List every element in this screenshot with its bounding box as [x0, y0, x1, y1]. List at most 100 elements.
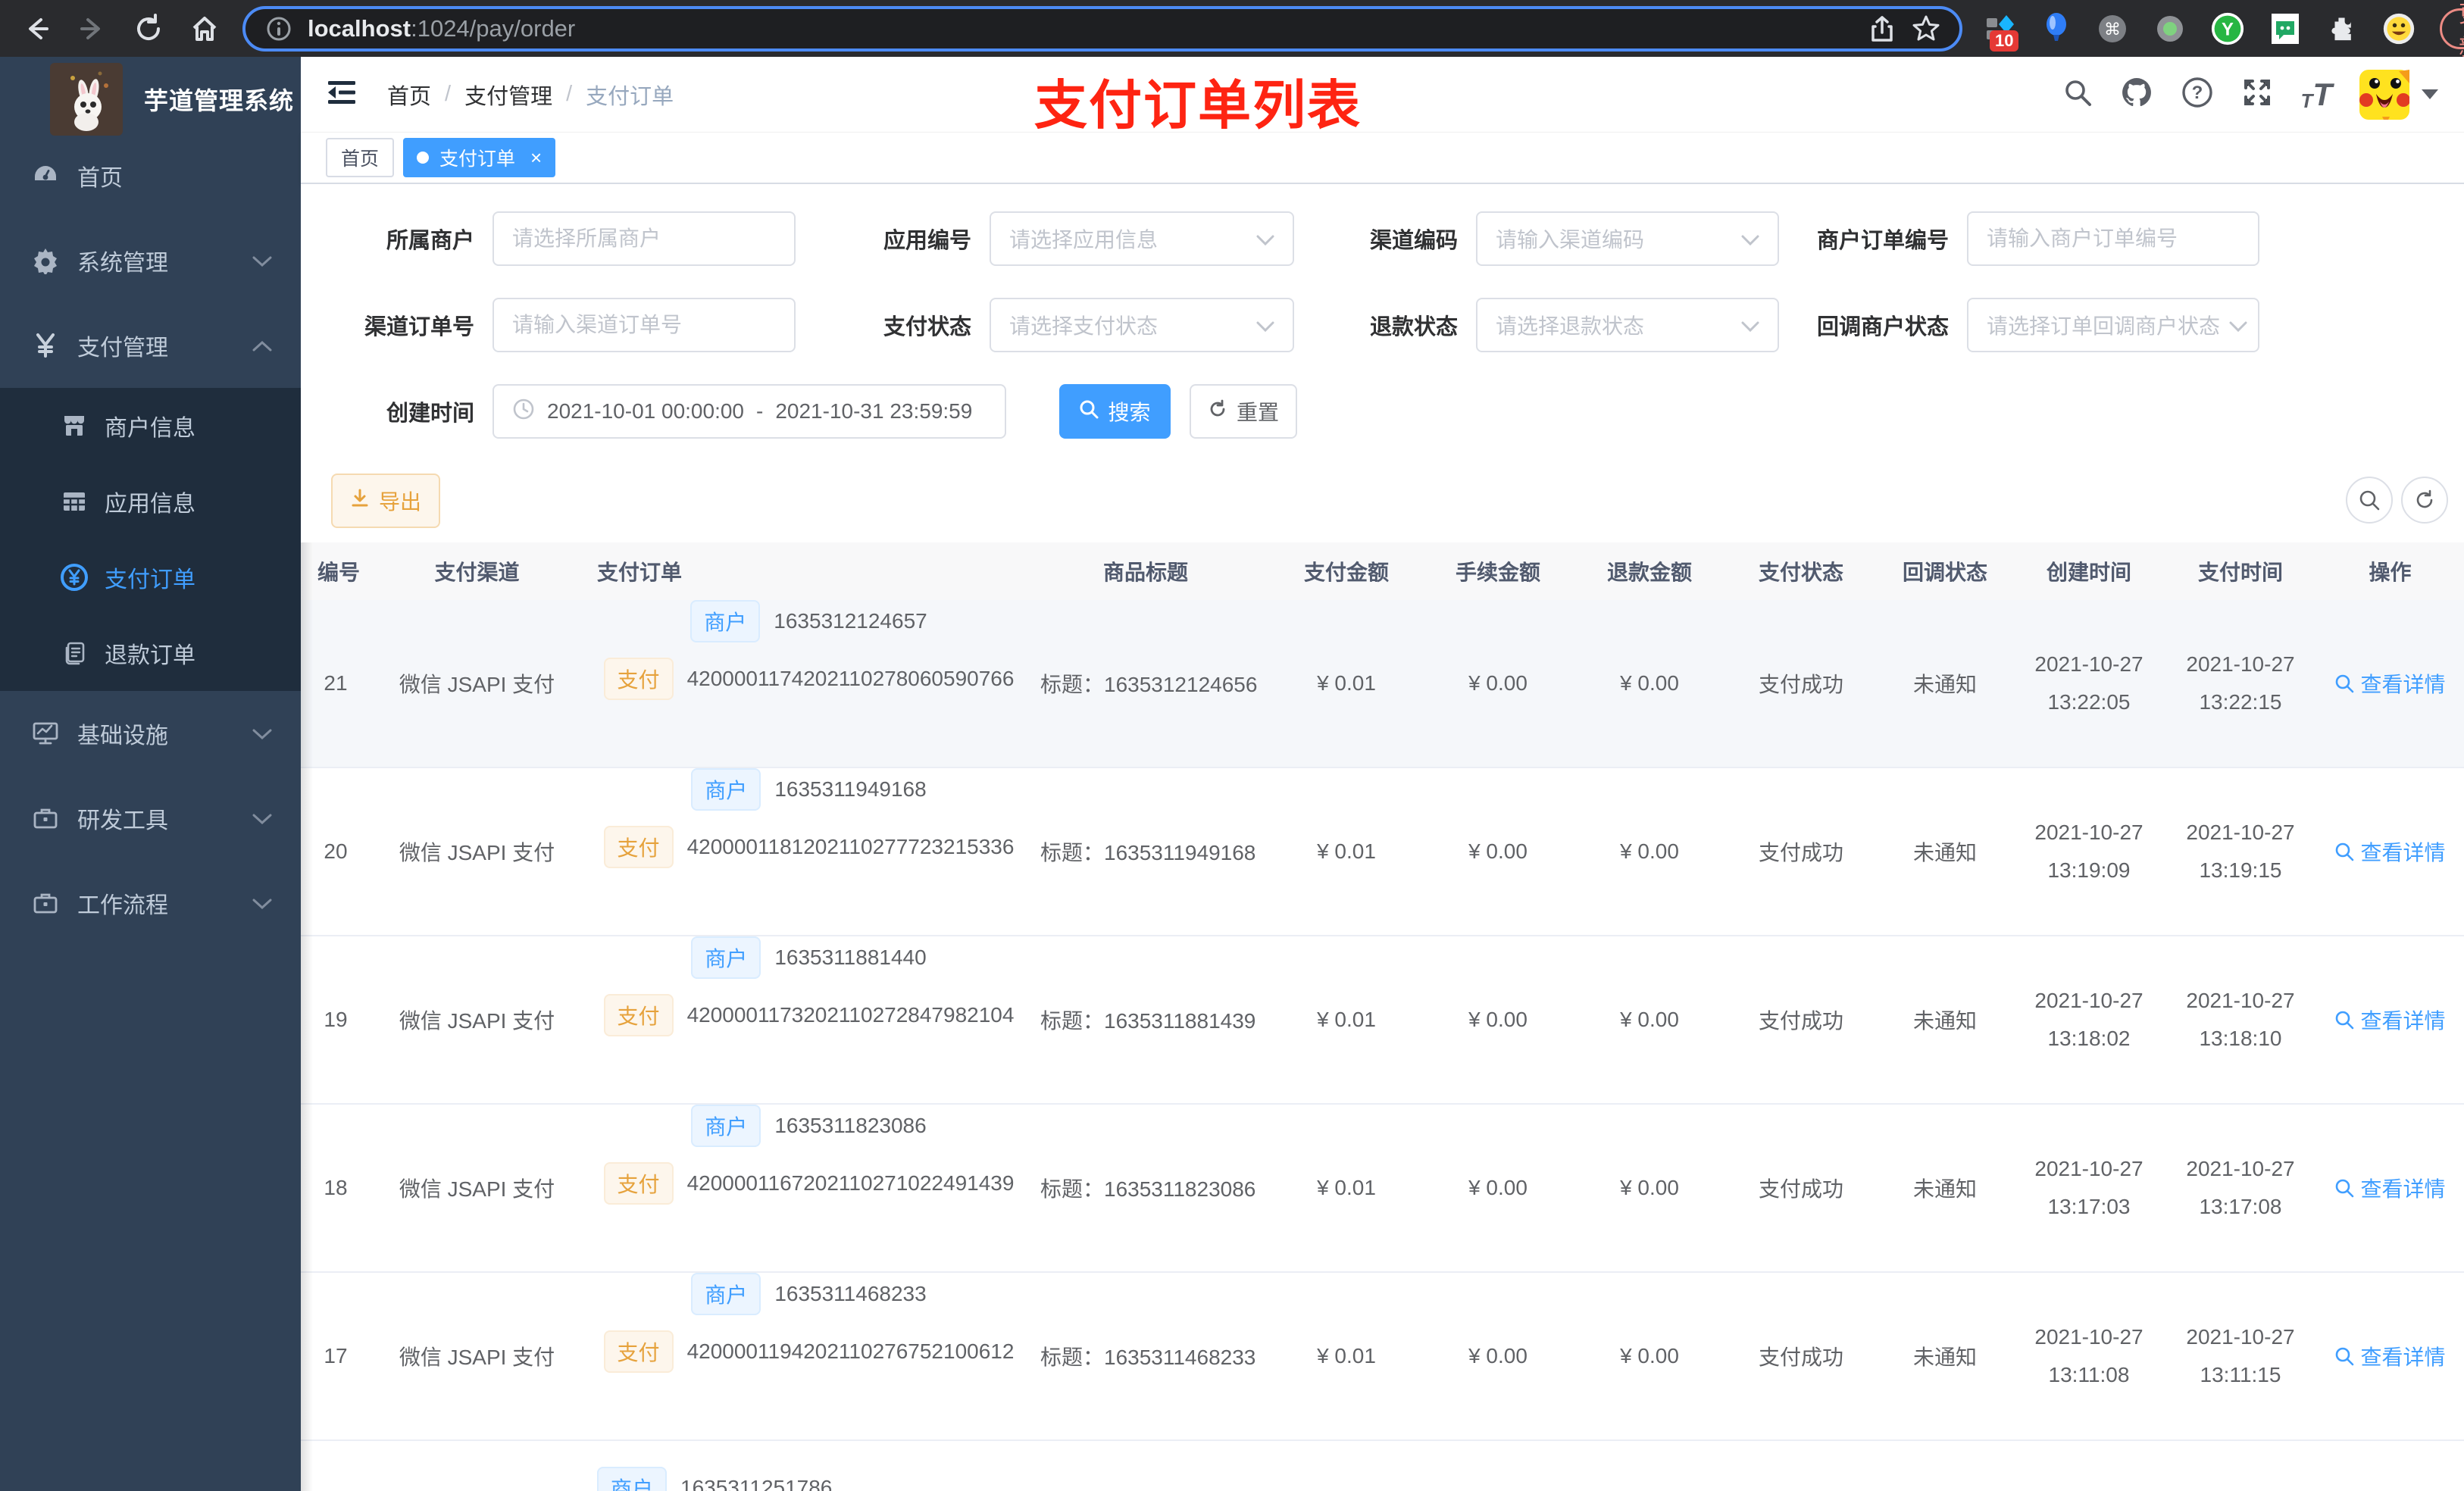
tab-pay-order[interactable]: 支付订单 ×: [403, 138, 556, 177]
view-detail-label: 查看详情: [2360, 1346, 2446, 1369]
merchant-order-no: 1635311468233: [774, 1282, 927, 1305]
back-icon[interactable]: [21, 14, 52, 44]
reload-icon[interactable]: [133, 13, 164, 44]
col-header: 编号: [317, 561, 360, 584]
font-size-icon[interactable]: TT: [2300, 78, 2332, 111]
sidebar-item-workflow[interactable]: 工作流程: [0, 861, 301, 946]
fee-amount-cell: ¥ 0.00: [1468, 1176, 1527, 1199]
search-icon[interactable]: [2062, 77, 2093, 111]
fee-amount-cell: ¥ 0.00: [1468, 1344, 1527, 1368]
user-avatar-wrap[interactable]: [2359, 69, 2438, 120]
refresh-table-button[interactable]: [2401, 477, 2448, 524]
view-detail-link[interactable]: 查看详情: [2334, 1341, 2446, 1371]
channel-order-no-input[interactable]: [512, 313, 776, 337]
merchant-select[interactable]: [492, 211, 796, 266]
tab-label: 首页: [341, 148, 380, 170]
app-logo-row[interactable]: 芋道管理系统: [0, 57, 301, 136]
sidebar-item-pay[interactable]: 支付管理: [0, 303, 301, 388]
document-icon: [59, 640, 89, 666]
help-icon[interactable]: ?: [2181, 76, 2214, 113]
pay-tag: 支付: [603, 658, 674, 700]
channel-order-no-field[interactable]: [492, 298, 796, 352]
sidebar-item-app-info[interactable]: 应用信息: [0, 464, 301, 539]
view-detail-link[interactable]: 查看详情: [2334, 668, 2446, 699]
table-header-row: 编号 支付渠道 支付订单 商品标题 支付金额 手续金额 退款金额 支付状态 回调…: [301, 542, 2464, 600]
product-title-cell: 标题：1635311468233: [1040, 1346, 1256, 1369]
sidebar-item-merchant-info[interactable]: 商户信息: [0, 388, 301, 464]
date-end: 2021-10-31 23:59:59: [775, 399, 973, 423]
view-detail-label: 查看详情: [2360, 673, 2446, 696]
profile-avatar-icon[interactable]: [2382, 12, 2416, 45]
pay-tag: 支付: [603, 826, 674, 868]
sidebar-item-pay-order[interactable]: 支付订单: [0, 539, 301, 615]
sidebar-item-home[interactable]: 首页: [0, 133, 301, 218]
table-row[interactable]: 20 微信 JSAPI 支付 商户 1635311949168 支付 42000…: [301, 768, 2464, 936]
pay-tag: 支付: [603, 1330, 674, 1373]
notify-status-select[interactable]: 请选择订单回调商户状态: [1967, 298, 2259, 352]
extensions-puzzle-icon[interactable]: [2326, 12, 2358, 45]
main-area: 首页 / 支付管理 / 支付订单 支付订单列表 ? T T 首页 支付订单 × …: [301, 57, 2464, 1491]
operation-cell: 查看详情: [2316, 936, 2464, 1103]
chevron-down-icon: [1256, 313, 1274, 337]
channel-code-select[interactable]: 请输入渠道编码: [1476, 211, 1779, 266]
table-row[interactable]: 17 微信 JSAPI 支付 商户 1635311468233 支付 42000…: [301, 1273, 2464, 1441]
view-detail-link[interactable]: 查看详情: [2334, 836, 2446, 867]
address-bar[interactable]: localhost:1024/pay/order: [242, 5, 1962, 52]
sidebar-item-system[interactable]: 系统管理: [0, 218, 301, 303]
merchant-order-no-input[interactable]: [1987, 227, 2240, 251]
search-button[interactable]: 搜索: [1059, 384, 1171, 439]
date-range-picker[interactable]: 2021-10-01 00:00:00 - 2021-10-31 23:59:5…: [492, 384, 1006, 439]
sidebar-collapse-icon[interactable]: [327, 79, 357, 110]
browser-update-button[interactable]: 更新: [2440, 2, 2464, 61]
dashboard-icon: [30, 162, 61, 189]
refresh-icon: [2416, 489, 2433, 508]
date-start: 2021-10-01 00:00:00: [547, 399, 744, 423]
order-id-cell: 20: [324, 839, 348, 863]
export-button[interactable]: 导出: [331, 474, 440, 528]
extension-y-icon[interactable]: Y: [2211, 12, 2244, 45]
reset-button[interactable]: 重置: [1190, 384, 1297, 439]
github-icon[interactable]: [2120, 76, 2153, 113]
grid-table-icon: [59, 489, 89, 514]
sidebar-item-infrastructure[interactable]: 基础设施: [0, 691, 301, 776]
refresh-icon: [1208, 399, 1227, 424]
app-select[interactable]: 请选择应用信息: [990, 211, 1294, 266]
forward-icon[interactable]: [77, 14, 108, 44]
sidebar-item-dev-tools[interactable]: 研发工具: [0, 776, 301, 861]
view-detail-link[interactable]: 查看详情: [2334, 1005, 2446, 1035]
fullscreen-icon[interactable]: [2241, 77, 2273, 112]
pay-status-select[interactable]: 请选择支付状态: [990, 298, 1294, 352]
merchant-tag: 商户: [597, 1467, 668, 1491]
tab-home[interactable]: 首页: [326, 138, 395, 177]
create-time-cell: 2021-10-27 13:19:09: [2034, 821, 2143, 882]
monitor-chart-icon: [30, 720, 61, 747]
extension-green-dot-icon[interactable]: [2153, 12, 2187, 45]
table-row[interactable]: 18 微信 JSAPI 支付 商户 1635311823086 支付 42000…: [301, 1105, 2464, 1273]
breadcrumb-current: 支付订单: [586, 84, 674, 109]
view-detail-link[interactable]: 查看详情: [2334, 1173, 2446, 1203]
close-icon[interactable]: ×: [530, 146, 542, 170]
channel-pay-no: 4200001173202110272847982104: [686, 1003, 1015, 1027]
sidebar-item-label: 支付订单: [105, 567, 195, 592]
merchant-order-no-field[interactable]: [1967, 211, 2259, 266]
sidebar-item-refund-order[interactable]: 退款订单: [0, 615, 301, 691]
operation-cell: 查看详情: [2316, 1105, 2464, 1271]
table-row[interactable]: 19 微信 JSAPI 支付 商户 1635311881440 支付 42000…: [301, 936, 2464, 1105]
extension-chat-icon[interactable]: [2269, 12, 2302, 45]
reset-button-label: 重置: [1236, 401, 1279, 424]
extension-balloon-icon[interactable]: [2041, 12, 2072, 45]
show-search-toggle-button[interactable]: [2346, 477, 2393, 524]
site-info-icon[interactable]: [264, 14, 294, 44]
extension-command-icon[interactable]: ⌘: [2096, 12, 2129, 45]
breadcrumb-home[interactable]: 首页: [387, 79, 431, 111]
extension-tampermonkey-icon[interactable]: 10: [1984, 12, 2019, 52]
share-icon[interactable]: [1867, 14, 1897, 44]
home-icon[interactable]: [189, 14, 220, 44]
bookmark-star-icon[interactable]: [1911, 14, 1941, 44]
refund-status-select[interactable]: 请选择退款状态: [1476, 298, 1779, 352]
export-button-label: 导出: [378, 490, 421, 514]
merchant-input[interactable]: [512, 227, 776, 251]
filter-label: 创建时间: [386, 402, 474, 426]
breadcrumb-pay[interactable]: 支付管理: [464, 79, 552, 111]
table-row[interactable]: 21 微信 JSAPI 支付 商户 1635312124657 支付 42000…: [301, 600, 2464, 768]
